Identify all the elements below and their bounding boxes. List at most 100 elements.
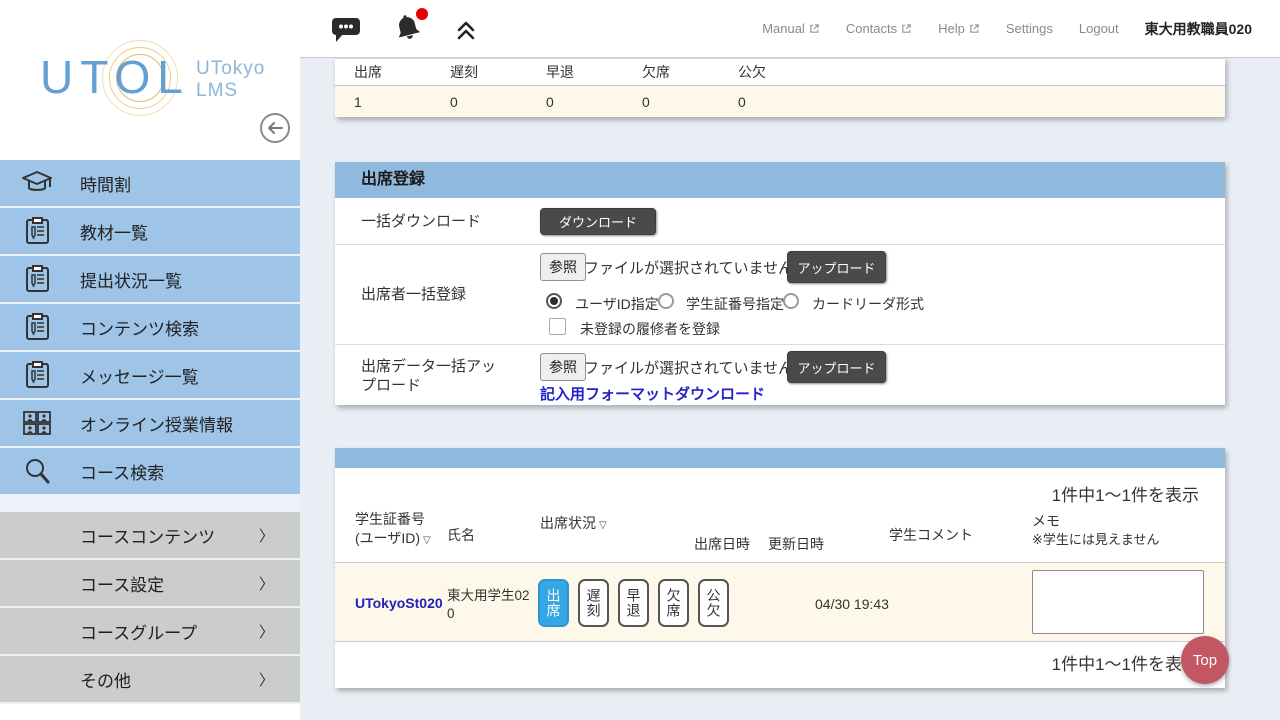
clipboard-icon [20, 313, 54, 341]
header-student-id[interactable]: 学生証番号 (ユーザID)▽ [355, 510, 431, 548]
manual-link[interactable]: Manual [762, 21, 820, 36]
radio-card-reader[interactable] [783, 293, 799, 309]
sort-icon[interactable]: ▽ [599, 520, 607, 531]
sidebar-item-others[interactable]: その他 〉 [0, 656, 300, 704]
result-count-top: 1件中1〜1件を表示 [335, 468, 1225, 506]
chevron-right-icon: 〉 [259, 669, 274, 690]
download-button[interactable]: ダウンロード [540, 208, 656, 235]
sidebar-item-label: 提出状況一覧 [80, 267, 182, 292]
summary-header-cell: 欠席 [623, 62, 719, 82]
notification-dot [416, 8, 428, 20]
register-unregistered-label[interactable]: 未登録の履修者を登録 [580, 319, 720, 339]
sidebar-item-online-class-info[interactable]: オンライン授業情報 [0, 400, 300, 448]
logo-area: UTOL UTokyo LMS [0, 0, 300, 160]
current-user-name: 東大用教職員020 [1145, 19, 1252, 39]
clipboard-icon [20, 265, 54, 293]
chevron-right-icon: 〉 [259, 573, 274, 594]
bulk-download-row: 一括ダウンロード ダウンロード [335, 198, 1225, 245]
topbar: Manual Contacts Help Settings Logout 東大用… [300, 0, 1280, 58]
collapse-sidebar-button[interactable] [260, 113, 290, 143]
attendance-status-buttons: 出席 遅刻 早退 欠席 公欠 [538, 579, 729, 627]
contacts-link[interactable]: Contacts [846, 21, 912, 36]
utol-logo: UTOL [40, 50, 190, 104]
radio-student-card-number[interactable] [658, 293, 674, 309]
sort-icon[interactable]: ▽ [423, 535, 431, 546]
upload-button[interactable]: アップロード [787, 351, 886, 383]
clipboard-icon [20, 361, 54, 389]
sidebar-item-label: コースグループ [80, 619, 197, 644]
summary-value-cell: 0 [719, 94, 815, 110]
sidebar-item-label: コンテンツ検索 [80, 315, 199, 340]
summary-header-cell: 早退 [527, 62, 623, 82]
utol-logo-subtitle: UTokyo LMS [196, 58, 265, 102]
sidebar-item-label: オンライン授業情報 [80, 411, 233, 436]
sidebar-item-label: コース設定 [80, 571, 164, 596]
attendee-bulk-label: 出席者一括登録 [361, 286, 516, 305]
radio-user-id-label[interactable]: ユーザID指定 [575, 294, 659, 314]
back-arrow-icon [267, 121, 283, 135]
sidebar-item-course-settings[interactable]: コース設定 〉 [0, 560, 300, 608]
header-updated-at: 更新日時 [768, 535, 824, 554]
sidebar-item-content-search[interactable]: コンテンツ検索 [0, 304, 300, 352]
collapse-header-button[interactable] [454, 17, 478, 41]
data-bulk-upload-row: 出席データ一括アップロード 参照 ファイルが選択されていません。 アップロード … [335, 345, 1225, 405]
header-name: 氏名 [447, 526, 475, 545]
register-unregistered-checkbox[interactable] [549, 318, 566, 335]
online-class-icon [20, 410, 54, 436]
browse-file-button[interactable]: 参照 [540, 253, 586, 281]
notifications-button[interactable] [392, 13, 424, 45]
student-attendance-panel: 1件中1〜1件を表示 学生証番号 (ユーザID)▽ 氏名 出席状況▽ 出席日時 … [335, 448, 1225, 688]
attendee-bulk-register-row: 出席者一括登録 参照 ファイルが選択されていません。 アップロード ユーザID指… [335, 245, 1225, 345]
memo-note: ※学生には見えません [1032, 531, 1160, 549]
student-name: 東大用学生020 [447, 587, 533, 623]
sidebar-item-course-search[interactable]: コース検索 [0, 448, 300, 496]
browse-file-button[interactable]: 参照 [540, 353, 586, 381]
clipboard-icon [20, 217, 54, 245]
sidebar-item-course-group[interactable]: コースグループ 〉 [0, 608, 300, 656]
settings-link[interactable]: Settings [1006, 21, 1053, 36]
sidebar-item-label: その他 [80, 667, 131, 692]
attendance-summary-table: 出席 遅刻 早退 欠席 公欠 1 0 0 0 0 [335, 58, 1225, 117]
status-button-present[interactable]: 出席 [538, 579, 569, 627]
status-button-excused-absence[interactable]: 公欠 [698, 579, 729, 627]
sidebar-item-submission-status[interactable]: 提出状況一覧 [0, 256, 300, 304]
sidebar-menu: 時間割 教材一覧 提出状況一覧 コンテンツ検索 メッセージ一覧 [0, 160, 300, 704]
no-file-selected-text: ファイルが選択されていません。 [584, 257, 808, 278]
table-title-bar [335, 448, 1225, 468]
status-button-early-leave[interactable]: 早退 [618, 579, 649, 627]
messages-button[interactable] [330, 15, 362, 43]
status-button-late[interactable]: 遅刻 [578, 579, 609, 627]
summary-header-cell: 公欠 [719, 62, 815, 82]
sidebar: UTOL UTokyo LMS 時間割 教材一覧 提 [0, 0, 300, 720]
header-status[interactable]: 出席状況▽ [540, 514, 607, 533]
double-chevron-up-icon [454, 17, 478, 41]
sidebar-item-label: メッセージ一覧 [80, 363, 199, 388]
radio-card-reader-label[interactable]: カードリーダ形式 [812, 294, 924, 314]
format-download-link[interactable]: 記入用フォーマットダウンロード [540, 383, 765, 404]
help-link[interactable]: Help [938, 21, 980, 36]
chat-bubble-icon [330, 15, 362, 43]
scroll-to-top-button[interactable]: Top [1181, 636, 1229, 684]
header-attended-at: 出席日時 [694, 535, 750, 554]
sidebar-item-message-list[interactable]: メッセージ一覧 [0, 352, 300, 400]
sidebar-item-materials[interactable]: 教材一覧 [0, 208, 300, 256]
student-row: UTokyoSt020 東大用学生020 出席 遅刻 早退 欠席 公欠 04/3… [335, 562, 1225, 642]
sidebar-item-timetable[interactable]: 時間割 [0, 160, 300, 208]
upload-button[interactable]: アップロード [787, 251, 886, 283]
bulk-download-label: 一括ダウンロード [361, 213, 516, 232]
student-table-header-row: 学生証番号 (ユーザID)▽ 氏名 出席状況▽ 出席日時 更新日時 学生コメント… [335, 506, 1225, 562]
attendance-register-panel: 出席登録 一括ダウンロード ダウンロード 出席者一括登録 参照 ファイルが選択さ… [335, 162, 1225, 405]
radio-user-id[interactable] [546, 293, 562, 309]
sidebar-item-label: 時間割 [80, 171, 131, 196]
status-button-absent[interactable]: 欠席 [658, 579, 689, 627]
radio-student-card-number-label[interactable]: 学生証番号指定 [686, 294, 784, 314]
sidebar-item-course-contents[interactable]: コースコンテンツ 〉 [0, 512, 300, 560]
panel-title: 出席登録 [335, 162, 1225, 198]
summary-value-cell: 0 [431, 94, 527, 110]
no-file-selected-text: ファイルが選択されていません。 [584, 357, 808, 378]
memo-textarea[interactable] [1032, 570, 1204, 634]
student-id-link[interactable]: UTokyoSt020 [355, 595, 443, 611]
summary-value-row: 1 0 0 0 0 [335, 86, 1225, 117]
chevron-right-icon: 〉 [259, 525, 274, 546]
logout-link[interactable]: Logout [1079, 21, 1119, 36]
